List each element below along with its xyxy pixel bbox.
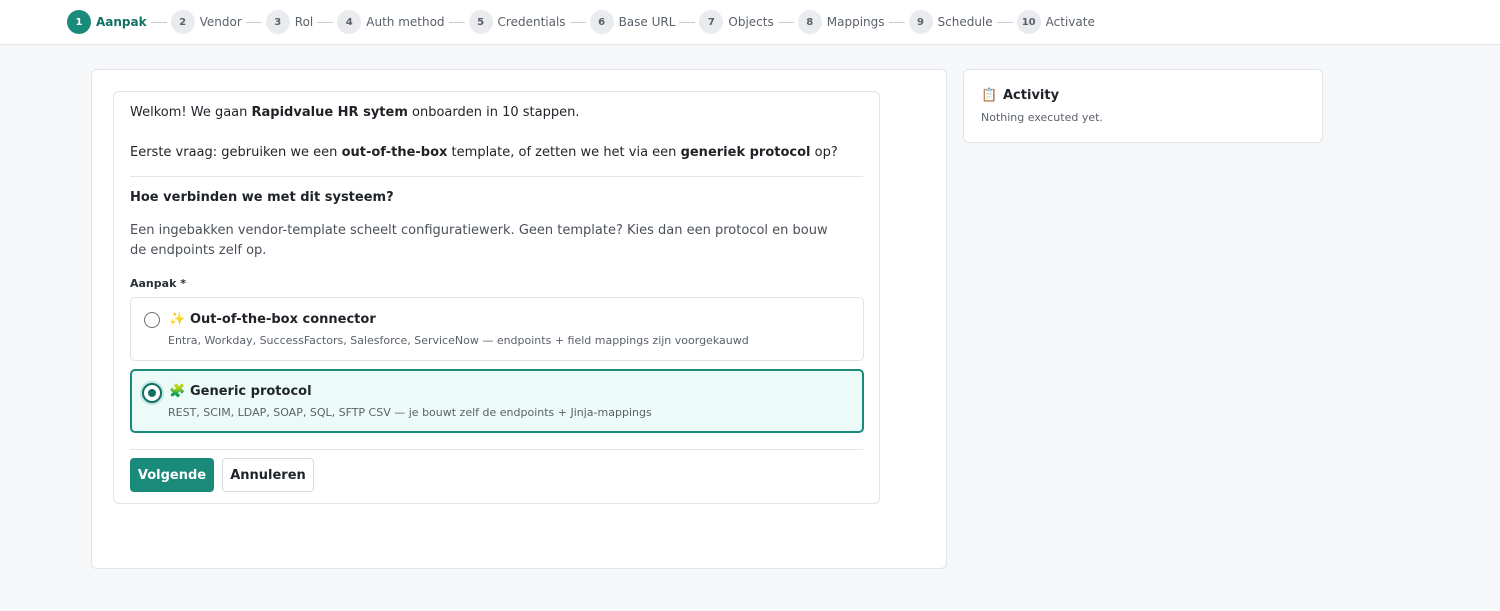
step-credentials[interactable]: 5 Credentials <box>468 10 566 34</box>
step-connector <box>317 21 334 23</box>
divider <box>130 176 863 177</box>
step-number: 1 <box>67 10 91 34</box>
step-number: 2 <box>170 10 195 34</box>
step-objects[interactable]: 7 Objects <box>699 10 774 34</box>
step-connector <box>777 21 794 23</box>
activity-empty-text: Nothing executed yet. <box>981 111 1103 124</box>
option-title: Out-of-the-box connector <box>190 312 376 327</box>
option-title: Generic protocol <box>190 384 312 399</box>
section-title: Hoe verbinden we met dit systeem? <box>130 190 394 205</box>
step-content-card: Welkom! We gaan Rapidvalue HR sytem onbo… <box>113 91 880 504</box>
step-label: Mappings <box>826 15 885 29</box>
step-connector <box>245 21 262 23</box>
step-schedule[interactable]: 9 Schedule <box>908 10 993 34</box>
clipboard-icon: 📋 <box>981 88 998 103</box>
divider <box>130 449 863 450</box>
option-generic-protocol[interactable]: 🧩 Generic protocol REST, SCIM, LDAP, SOA… <box>130 369 864 433</box>
option-subtitle: REST, SCIM, LDAP, SOAP, SQL, SFTP CSV — … <box>168 406 652 419</box>
step-number: 6 <box>589 10 614 34</box>
activity-panel: 📋 Activity Nothing executed yet. <box>963 69 1323 143</box>
step-number: 7 <box>699 10 724 34</box>
step-vendor[interactable]: 2 Vendor <box>170 10 242 34</box>
step-connector <box>569 21 586 23</box>
question-emphasis: out-of-the-box <box>341 145 448 160</box>
step-label: Credentials <box>497 15 566 29</box>
wizard-stepper: 1 Aanpak 2 Vendor 3 Rol 4 Auth method 5 … <box>0 0 1500 45</box>
step-number: 8 <box>797 10 822 34</box>
step-label: Vendor <box>199 15 242 29</box>
radio-generic-protocol[interactable] <box>142 383 162 403</box>
step-label: Aanpak <box>96 15 147 29</box>
step-connector <box>448 21 465 23</box>
step-base-url[interactable]: 6 Base URL <box>589 10 676 34</box>
step-connector <box>996 21 1013 23</box>
welcome-text: Welkom! We gaan Rapidvalue HR sytem onbo… <box>130 105 579 120</box>
step-number: 5 <box>468 10 493 34</box>
step-label: Objects <box>728 15 774 29</box>
radio-selected-dot <box>148 389 156 397</box>
option-subtitle: Entra, Workday, SuccessFactors, Salesfor… <box>168 334 749 347</box>
step-label: Schedule <box>937 15 993 29</box>
step-number: 3 <box>265 10 290 34</box>
step-connector <box>150 21 167 23</box>
puzzle-icon: 🧩 <box>169 384 186 399</box>
step-activate[interactable]: 10 Activate <box>1016 10 1095 34</box>
system-name: Rapidvalue HR sytem <box>251 105 408 120</box>
question-text-part: op? <box>810 145 838 160</box>
activity-title: Activity <box>1003 88 1060 103</box>
step-rol[interactable]: 3 Rol <box>265 10 314 34</box>
step-label: Rol <box>294 15 314 29</box>
step-connector <box>679 21 696 23</box>
step-auth-method[interactable]: 4 Auth method <box>337 10 445 34</box>
welcome-text-part: onboarden in 10 stappen. <box>407 105 580 120</box>
option-out-of-the-box[interactable]: ✨ Out-of-the-box connector Entra, Workda… <box>130 297 864 361</box>
next-button[interactable]: Volgende <box>130 458 214 492</box>
radio-out-of-the-box[interactable] <box>144 312 160 328</box>
step-label: Auth method <box>366 15 445 29</box>
step-label: Base URL <box>618 15 676 29</box>
step-label: Activate <box>1045 15 1095 29</box>
sparkles-icon: ✨ <box>169 312 186 327</box>
section-description: Een ingebakken vendor-template scheelt c… <box>130 223 828 258</box>
main-panel: Welkom! We gaan Rapidvalue HR sytem onbo… <box>91 69 947 569</box>
step-mappings[interactable]: 8 Mappings <box>797 10 885 34</box>
step-number: 9 <box>908 10 933 34</box>
question-text-part: Eerste vraag: gebruiken we een <box>130 145 342 160</box>
step-aanpak[interactable]: 1 Aanpak <box>67 10 147 34</box>
question-emphasis: generiek protocol <box>680 145 811 160</box>
question-text-part: template, of zetten we het via een <box>447 145 681 160</box>
welcome-text-part: Welkom! We gaan <box>130 105 252 120</box>
step-number: 4 <box>337 10 362 34</box>
step-number: 10 <box>1016 10 1041 34</box>
cancel-button[interactable]: Annuleren <box>222 458 314 492</box>
aanpak-field-label: Aanpak * <box>130 277 186 290</box>
first-question-text: Eerste vraag: gebruiken we een out-of-th… <box>130 145 838 160</box>
step-connector <box>888 21 905 23</box>
